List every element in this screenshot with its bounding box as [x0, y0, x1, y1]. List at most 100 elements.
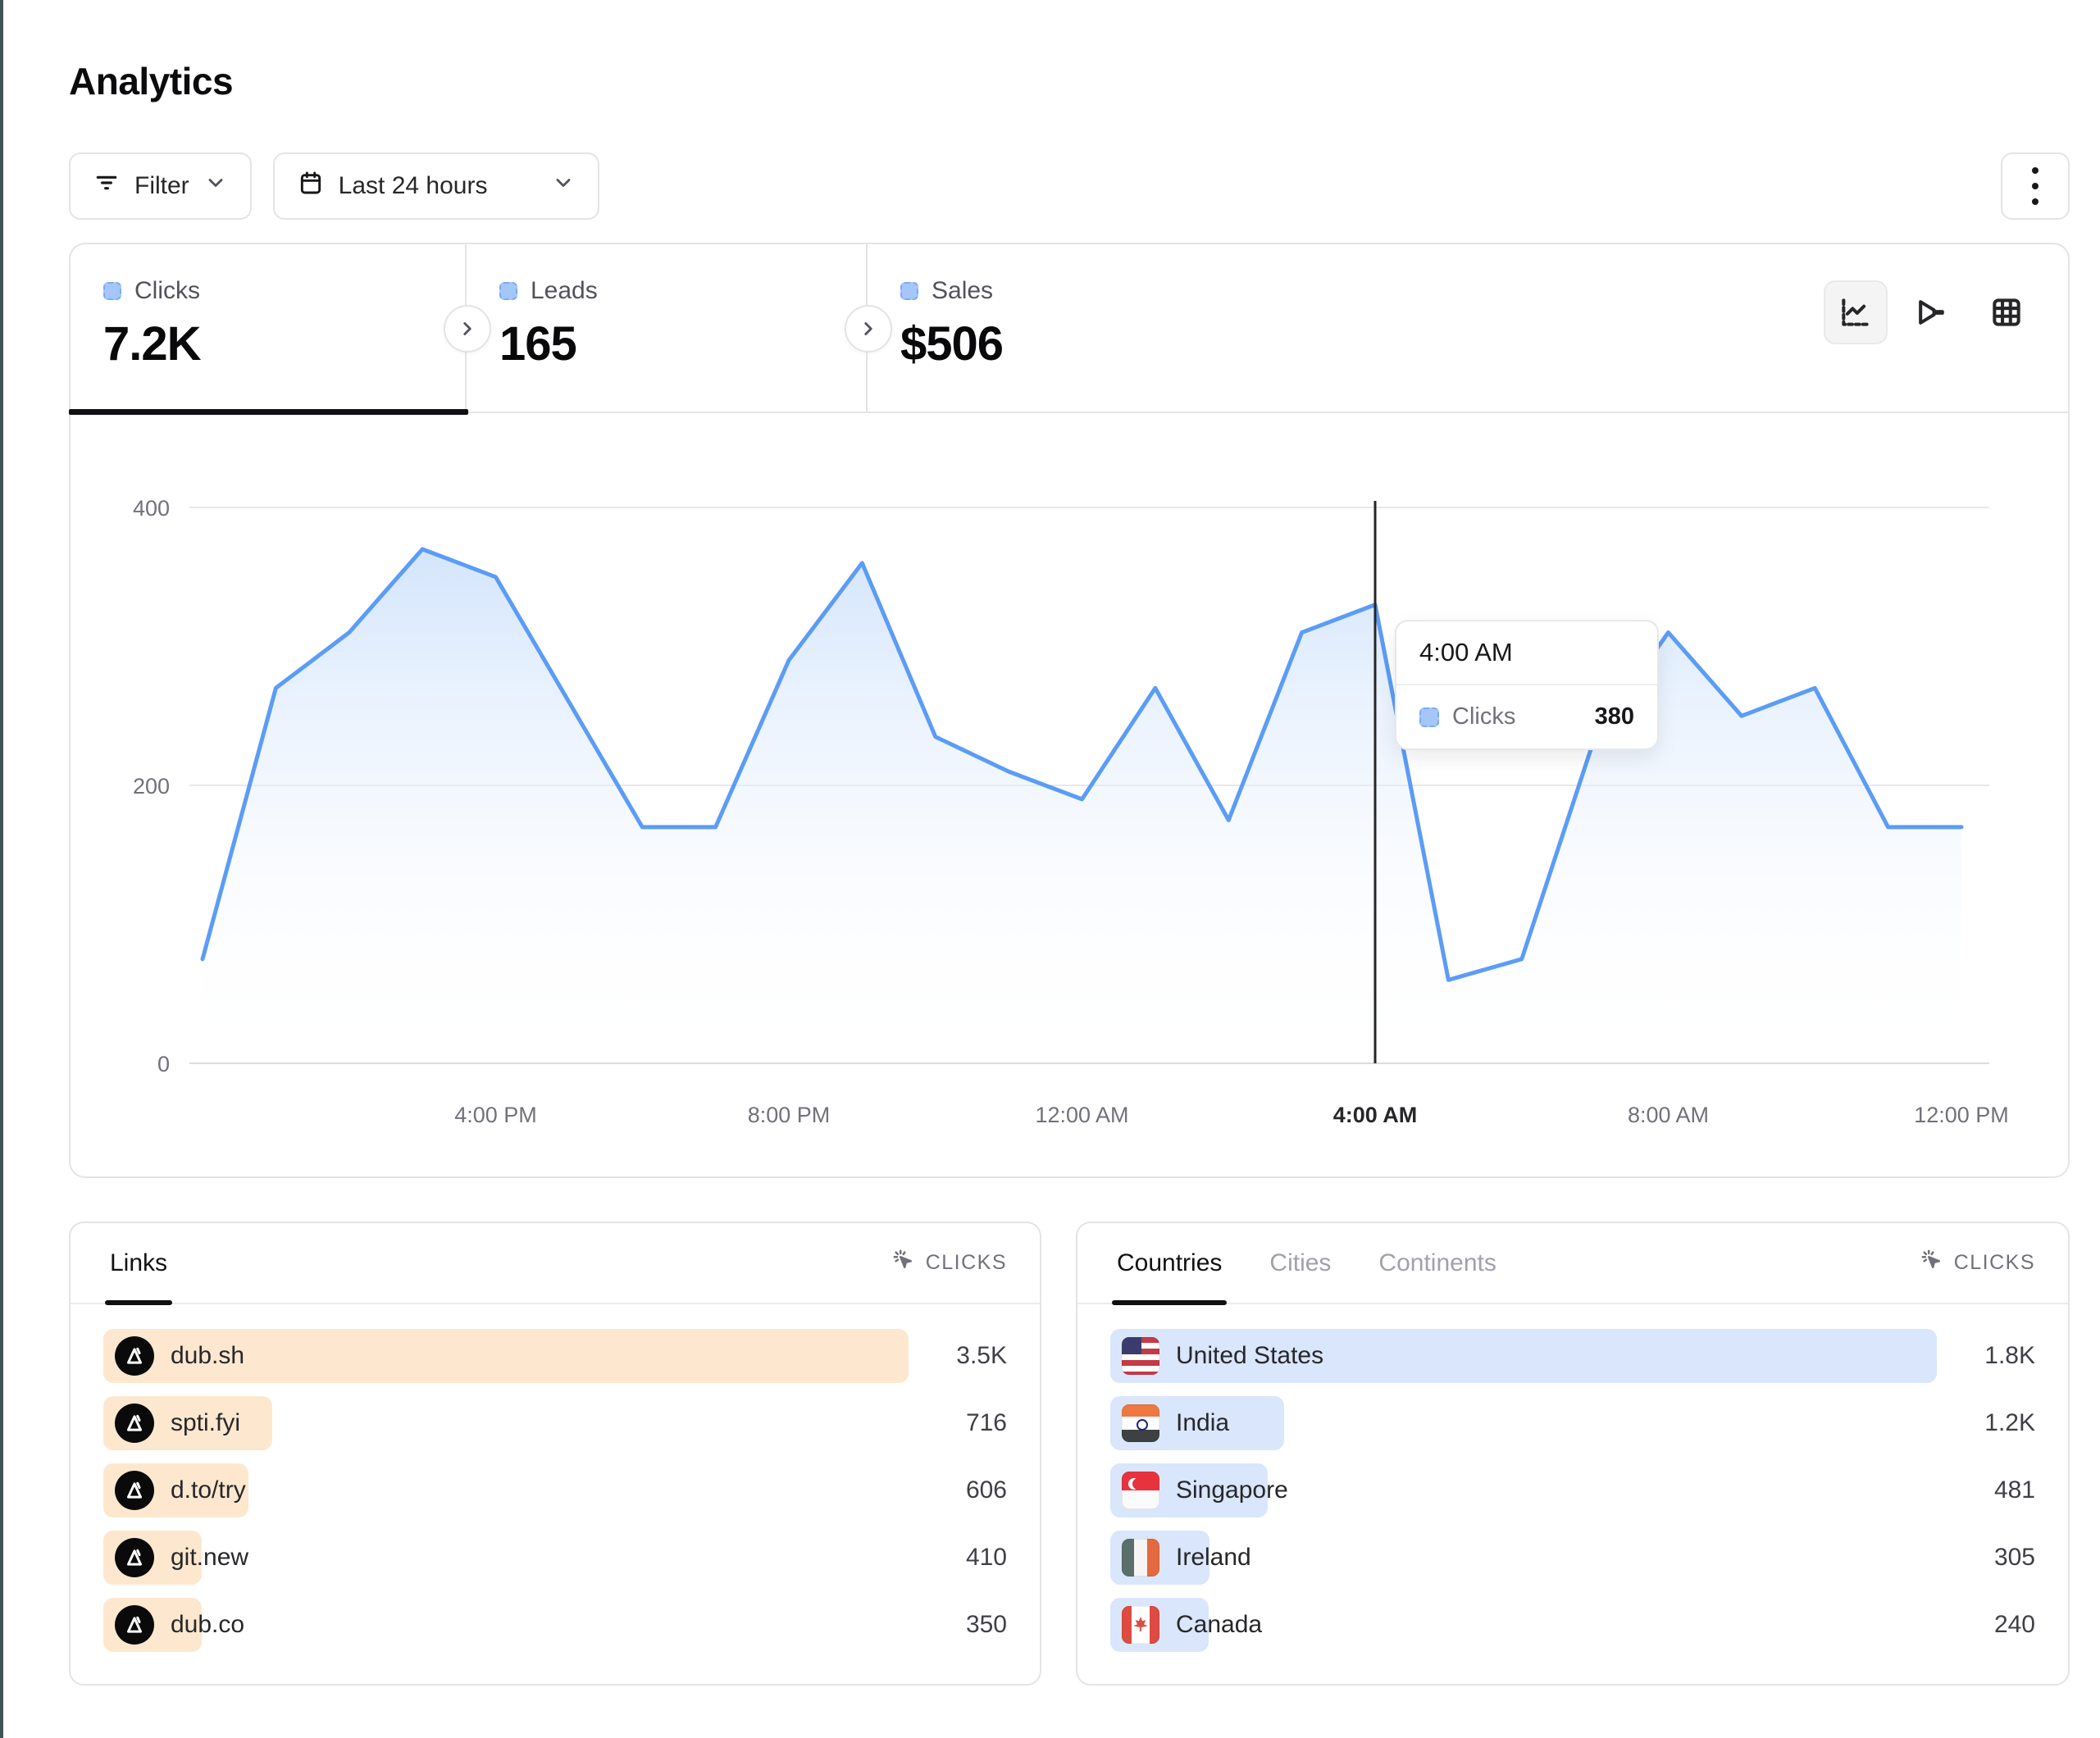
tab-leads[interactable]: Leads 165 [467, 244, 868, 412]
svg-text:8:00 AM: 8:00 AM [1628, 1103, 1709, 1127]
svg-text:4:00 PM: 4:00 PM [454, 1103, 537, 1127]
bar-track: Singapore [1110, 1463, 1937, 1517]
list-item[interactable]: d.to/try 606 [103, 1463, 1007, 1517]
tooltip-series-label: Clicks [1452, 703, 1515, 730]
sg-flag-icon [1122, 1472, 1159, 1509]
dub-link-logo-icon [115, 1404, 154, 1443]
table-view-button[interactable] [1975, 280, 2039, 344]
value-bar: United States [1110, 1329, 1937, 1383]
svg-text:200: 200 [133, 774, 170, 798]
value-bar: Singapore [1110, 1463, 1268, 1517]
ca-flag-icon [1122, 1606, 1159, 1644]
us-flag-icon [1122, 1337, 1159, 1375]
tab-clicks[interactable]: Clicks 7.2K [71, 244, 467, 412]
links-metric-header[interactable]: CLICKS [891, 1248, 1007, 1278]
tooltip-clicks-legend-icon [1419, 707, 1439, 727]
item-label: d.to/try [171, 1476, 246, 1504]
date-range-button[interactable]: Last 24 hours [273, 152, 599, 220]
bar-track: Ireland [1110, 1531, 1937, 1585]
item-value: 240 [1937, 1611, 2035, 1639]
chevron-down-icon [552, 171, 575, 201]
bar-track: d.to/try [103, 1463, 909, 1517]
metric-label: CLICKS [926, 1251, 1007, 1275]
cursor-click-icon [891, 1248, 916, 1278]
item-label: dub.sh [171, 1342, 244, 1370]
bar-track: spti.fyi [103, 1396, 909, 1450]
metric-label: CLICKS [1954, 1251, 2035, 1275]
analytics-card: Clicks 7.2K Leads 165 Sales $506 [69, 243, 2070, 1178]
list-item[interactable]: United States1.8K [1110, 1329, 2035, 1383]
expand-leads-chevron-button[interactable] [845, 305, 892, 353]
stat-label: Leads [531, 277, 598, 305]
item-label: Singapore [1176, 1476, 1288, 1504]
filter-button-label: Filter [134, 172, 189, 200]
value-bar: Ireland [1110, 1531, 1209, 1585]
tab-countries[interactable]: Countries [1117, 1223, 1222, 1303]
dub-link-logo-icon [115, 1605, 154, 1645]
bar-track: dub.sh [103, 1329, 909, 1383]
bar-track: git.new [103, 1531, 909, 1585]
bar-track: Canada [1110, 1598, 1937, 1652]
item-label: git.new [171, 1544, 248, 1572]
clicks-timeseries-chart[interactable]: 02004004:00 PM8:00 PM12:00 AM4:00 AM8:00… [71, 413, 2068, 1176]
dub-link-logo-icon [115, 1336, 154, 1376]
item-label: spti.fyi [171, 1409, 240, 1437]
countries-panel: Countries Cities Continents CLICKS United … [1076, 1222, 2070, 1686]
chart-view-switcher [1824, 280, 2039, 344]
svg-text:8:00 PM: 8:00 PM [748, 1103, 831, 1127]
leads-legend-square-icon [499, 282, 517, 300]
chevron-down-icon [204, 171, 227, 201]
links-panel: Links CLICKS dub.sh3.5K spti.fyi716 d.to/t… [69, 1222, 1041, 1686]
filter-button[interactable]: Filter [69, 152, 252, 220]
item-value: 1.2K [1937, 1409, 2035, 1437]
value-bar: Canada [1110, 1598, 1209, 1652]
expand-clicks-chevron-button[interactable] [444, 305, 491, 353]
toolbar: Filter Last 24 hours [69, 152, 599, 220]
clicks-value: 7.2K [103, 316, 465, 371]
more-options-button[interactable] [2001, 152, 2070, 220]
value-bar: dub.sh [103, 1329, 909, 1383]
filter-icon [93, 170, 120, 202]
funnel-chart-view-button[interactable] [1899, 280, 1963, 344]
list-item[interactable]: Ireland 305 [1110, 1531, 2035, 1585]
list-item[interactable]: dub.co 350 [103, 1598, 1007, 1652]
list-item[interactable]: Singapore 481 [1110, 1463, 2035, 1517]
item-value: 305 [1937, 1544, 2035, 1572]
tab-links[interactable]: Links [110, 1223, 167, 1303]
item-value: 606 [909, 1476, 1007, 1504]
in-flag-icon [1122, 1404, 1159, 1442]
stat-label: Clicks [134, 277, 200, 305]
tooltip-value: 380 [1595, 703, 1634, 730]
item-label: India [1176, 1409, 1229, 1437]
line-chart-view-button[interactable] [1824, 280, 1888, 344]
value-bar: dub.co [103, 1598, 202, 1652]
list-item[interactable]: spti.fyi716 [103, 1396, 1007, 1450]
item-value: 481 [1937, 1476, 2035, 1504]
bar-track: India [1110, 1396, 1937, 1450]
leads-value: 165 [499, 316, 866, 371]
area-chart-canvas[interactable]: 02004004:00 PM8:00 PM12:00 AM4:00 AM8:00… [71, 413, 2068, 1176]
item-label: Ireland [1176, 1544, 1251, 1572]
stat-label: Sales [932, 277, 993, 305]
value-bar: India [1110, 1396, 1284, 1450]
value-bar: spti.fyi [103, 1396, 272, 1450]
chart-tooltip: 4:00 AM Clicks 380 [1395, 620, 1659, 750]
item-label: United States [1176, 1342, 1323, 1370]
ie-flag-icon [1122, 1539, 1159, 1576]
svg-text:12:00 PM: 12:00 PM [1914, 1103, 2009, 1127]
countries-metric-header[interactable]: CLICKS [1920, 1248, 2035, 1278]
list-item[interactable]: git.new 410 [103, 1531, 1007, 1585]
list-item[interactable]: India 1.2K [1110, 1396, 2035, 1450]
item-label: dub.co [171, 1611, 244, 1639]
sales-legend-square-icon [900, 282, 918, 300]
tab-cities[interactable]: Cities [1269, 1223, 1331, 1303]
svg-text:400: 400 [133, 496, 170, 521]
item-value: 410 [909, 1544, 1007, 1572]
svg-text:0: 0 [157, 1052, 170, 1076]
item-value: 350 [909, 1611, 1007, 1639]
list-item[interactable]: dub.sh3.5K [103, 1329, 1007, 1383]
dub-link-logo-icon [115, 1471, 154, 1510]
tab-continents[interactable]: Continents [1378, 1223, 1496, 1303]
calendar-icon [298, 170, 324, 202]
list-item[interactable]: Canada 240 [1110, 1598, 2035, 1652]
